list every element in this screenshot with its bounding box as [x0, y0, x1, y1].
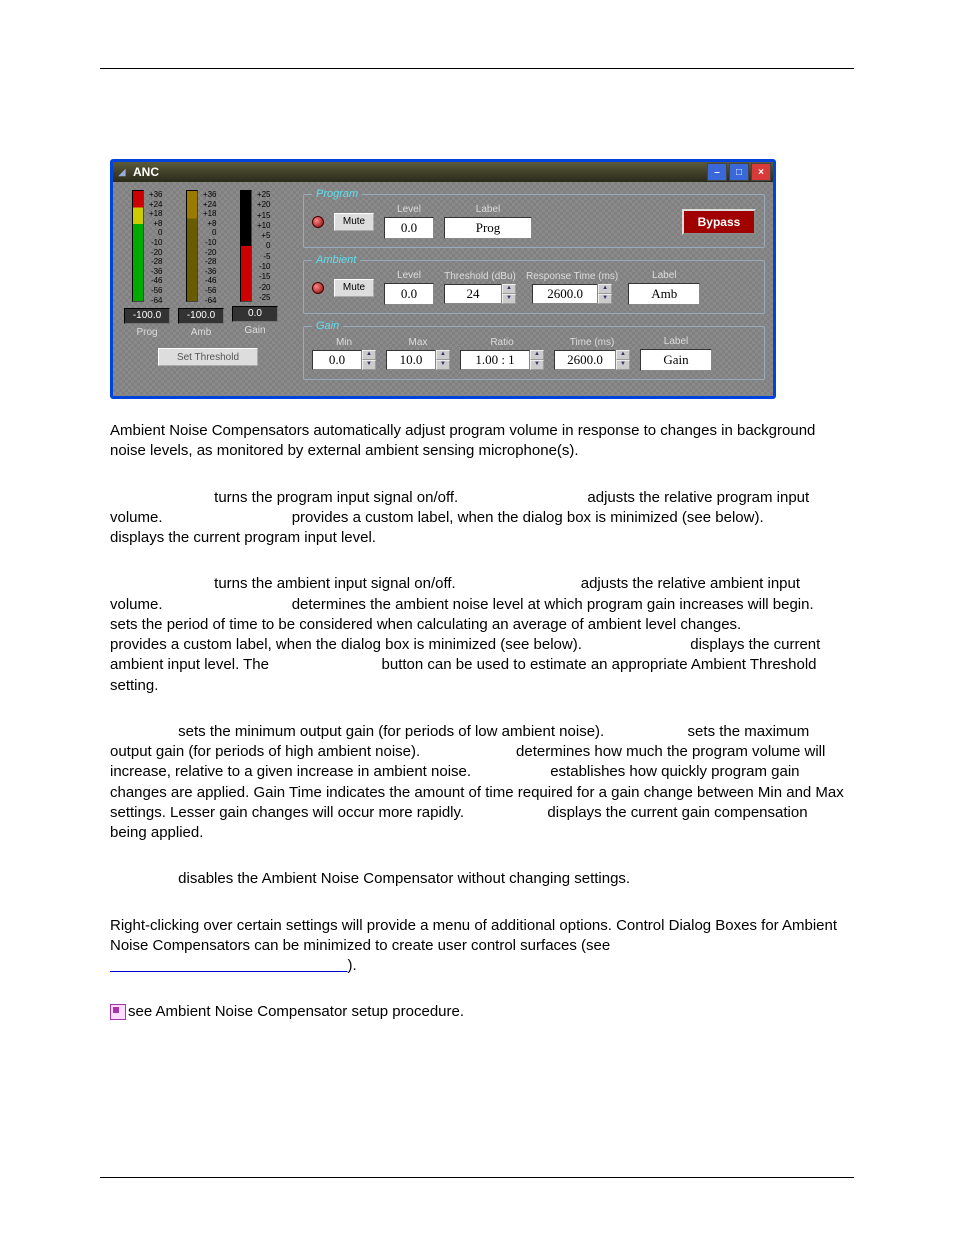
ambient-paragraph: turns the ambient input signal on/off. a…: [110, 574, 844, 696]
anc-window: ◢ ANC – □ × +36+24+18+80-10-20-28-36-46-…: [110, 159, 776, 399]
gain-label-field[interactable]: Gain: [640, 349, 712, 371]
gain-max-label: Max: [409, 337, 428, 348]
program-level-label: Level: [397, 204, 421, 215]
scale-prog: +36+24+18+80-10-20-28-36-46-56-64: [145, 190, 163, 305]
program-legend: Program: [312, 188, 362, 200]
minimize-link[interactable]: [110, 957, 348, 974]
ambient-response-spinner[interactable]: 2600.0 ▲▼: [532, 284, 612, 304]
program-mute-button[interactable]: Mute: [334, 213, 374, 231]
program-label-label: Label: [476, 204, 500, 215]
rightclick-paragraph: Right-clicking over certain settings wil…: [110, 916, 844, 977]
readout-amb: -100.0: [178, 308, 224, 324]
down-arrow-icon: ▼: [502, 294, 516, 304]
program-group: Program Mute Level 0.0 Label Prog Bypass: [303, 188, 765, 248]
gain-time-spinner[interactable]: 2600.0 ▲▼: [554, 350, 630, 370]
up-arrow-icon: ▲: [502, 284, 516, 294]
meter-gain: +25+20+15+10+50-5-10-15-20-25 0.0 Gain: [231, 190, 279, 338]
scale-gain: +25+20+15+10+50-5-10-15-20-25: [253, 190, 271, 303]
window-title: ANC: [133, 165, 159, 179]
note-icon: [110, 1004, 126, 1020]
ambient-response-label: Response Time (ms): [526, 271, 618, 282]
program-led-icon: [312, 216, 324, 228]
gain-ratio-label: Ratio: [490, 337, 513, 348]
title-bar[interactable]: ◢ ANC – □ ×: [113, 162, 773, 182]
gain-ratio-spinner[interactable]: 1.00 : 1 ▲▼: [460, 350, 544, 370]
meter-panel: +36+24+18+80-10-20-28-36-46-56-64 -100.0…: [113, 182, 299, 396]
readout-prog: -100.0: [124, 308, 170, 324]
gain-max-spinner[interactable]: 10.0 ▲▼: [386, 350, 450, 370]
gain-group: Gain Min 0.0 ▲▼ Max 10.0 ▲▼: [303, 320, 765, 380]
minimize-button[interactable]: –: [707, 163, 727, 181]
bypass-button[interactable]: Bypass: [682, 209, 756, 235]
bypass-paragraph: disables the Ambient Noise Compensator w…: [110, 869, 844, 889]
gain-label-label: Label: [664, 336, 688, 347]
meter-label-gain: Gain: [244, 325, 265, 336]
meter-prog: +36+24+18+80-10-20-28-36-46-56-64 -100.0…: [123, 190, 171, 338]
gain-paragraph: sets the minimum output gain (for period…: [110, 722, 844, 844]
ambient-legend: Ambient: [312, 254, 360, 266]
program-level-field[interactable]: 0.0: [384, 217, 434, 239]
program-paragraph: turns the program input signal on/off. a…: [110, 488, 844, 549]
ambient-label-field[interactable]: Amb: [628, 283, 700, 305]
program-label-field[interactable]: Prog: [444, 217, 532, 239]
gain-time-label: Time (ms): [570, 337, 615, 348]
meter-label-amb: Amb: [191, 327, 212, 338]
ambient-label-label: Label: [652, 270, 676, 281]
ambient-led-icon: [312, 282, 324, 294]
app-icon: ◢: [115, 166, 129, 178]
ambient-level-label: Level: [397, 270, 421, 281]
meter-label-prog: Prog: [136, 327, 157, 338]
set-threshold-button[interactable]: Set Threshold: [158, 348, 258, 366]
ambient-group: Ambient Mute Level 0.0 Threshold (dBu) 2…: [303, 254, 765, 314]
close-button[interactable]: ×: [751, 163, 771, 181]
ambient-level-field[interactable]: 0.0: [384, 283, 434, 305]
gain-min-spinner[interactable]: 0.0 ▲▼: [312, 350, 376, 370]
gain-legend: Gain: [312, 320, 343, 332]
intro-paragraph: Ambient Noise Compensators automatically…: [110, 421, 844, 462]
readout-gain: 0.0: [232, 306, 278, 322]
ambient-threshold-spinner[interactable]: 24 ▲▼: [444, 284, 516, 304]
maximize-button[interactable]: □: [729, 163, 749, 181]
gain-min-label: Min: [336, 337, 352, 348]
meter-amb: +36+24+18+80-10-20-28-36-46-56-64 -100.0…: [177, 190, 225, 338]
note-paragraph: see Ambient Noise Compensator setup proc…: [110, 1002, 844, 1022]
scale-amb: +36+24+18+80-10-20-28-36-46-56-64: [199, 190, 217, 305]
ambient-mute-button[interactable]: Mute: [334, 279, 374, 297]
ambient-threshold-label: Threshold (dBu): [444, 271, 516, 282]
